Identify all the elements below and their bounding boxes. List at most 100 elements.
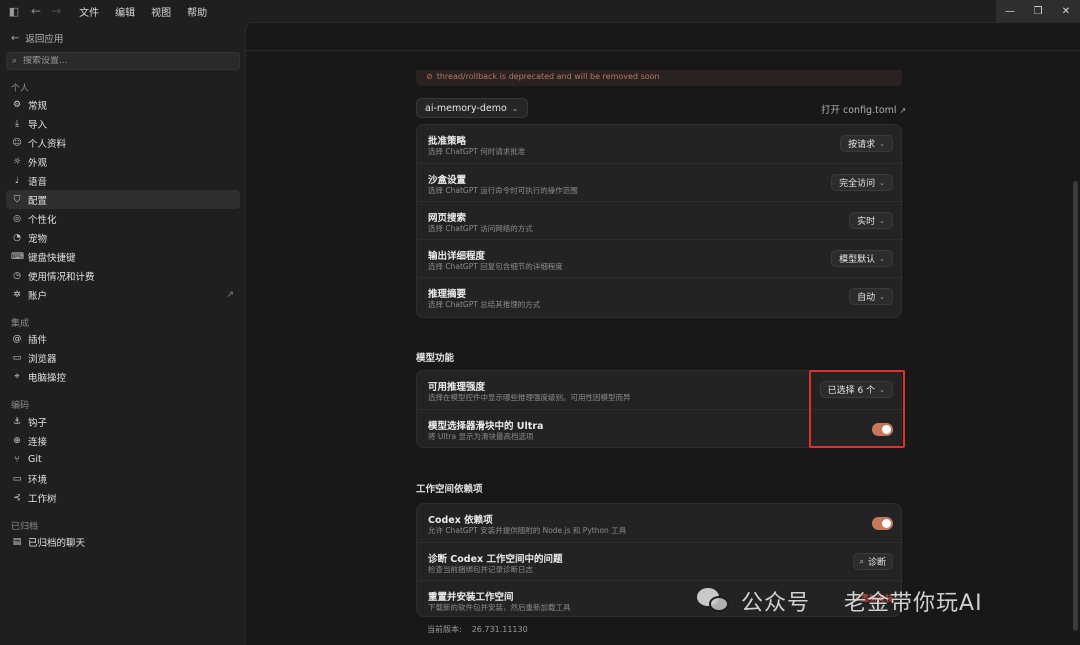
diagnose-button[interactable]: ⌕ 诊断 [852, 553, 893, 570]
setting-title: 沙盒设置 [428, 175, 467, 186]
sidebar-item-hooks[interactable]: ⚓ 钩子 [6, 412, 240, 431]
archive-icon: ▤ [12, 536, 22, 547]
keyboard-icon: ⌨ [11, 251, 24, 262]
sidebar: ← 返回应用 ⌕ 个人 ⚙ 常规 ⤓ 导入 ☺ 个人资料 ☼ 外观 ♩ 语音 ⛉ 配置 ◎ 个… [0, 22, 245, 645]
sidebar-toggle-icon[interactable]: ◧ [7, 4, 21, 18]
sidebar-item-label: 使用情况和计费 [28, 271, 95, 283]
section-integrations: 集成 [11, 319, 30, 329]
sandbox-dropdown[interactable]: 完全访问 ⌄ [831, 174, 893, 191]
scrollbar[interactable] [1073, 181, 1078, 631]
dropdown-value: 实时 [857, 217, 876, 227]
gauge-icon: ◷ [13, 270, 21, 281]
sidebar-item-usage-billing[interactable]: ◷ 使用情况和计费 [6, 266, 240, 285]
tree-icon: ⊰ [13, 492, 21, 503]
approval-dropdown[interactable]: 按请求 ⌄ [840, 135, 893, 152]
setting-title: 网页搜索 [428, 213, 467, 224]
sidebar-item-label: 导入 [28, 119, 48, 131]
sidebar-item-label: 个人资料 [28, 138, 67, 150]
back-to-app-link[interactable]: ← 返回应用 [11, 31, 63, 46]
setting-desc: 下载新的软件包并安装，然后重新加载工具 [428, 603, 571, 612]
minimize-icon[interactable]: — [996, 0, 1024, 22]
version-info: 当前版本: 26.731.11130 [427, 624, 528, 635]
menu-edit[interactable]: 编辑 [115, 4, 135, 19]
setting-desc: 将 Ultra 显示为滑块最高档选项 [428, 432, 534, 441]
sidebar-item-worktree[interactable]: ⊰ 工作树 [6, 488, 240, 507]
external-link-icon: ↗ [226, 289, 234, 300]
open-config-link[interactable]: 打开 config.toml ↗ [821, 102, 906, 116]
setting-title: 模型选择器滑块中的 Ultra [428, 421, 544, 432]
setting-desc: 选择在模型控件中显示哪些推理强度级别。可用性因模型而异 [428, 393, 631, 402]
sidebar-item-browser[interactable]: ▭ 浏览器 [6, 348, 240, 367]
sidebar-item-label: Git [28, 454, 42, 465]
back-arrow-icon[interactable]: ← [31, 4, 41, 18]
hook-icon: ⚓ [12, 416, 22, 427]
setting-row-approval: 批准策略 选择 ChatGPT 何时请求批准 按请求 ⌄ [417, 125, 903, 163]
section-archived: 已归档 [11, 522, 39, 532]
search-icon: ⌕ [12, 56, 18, 66]
sidebar-item-personalization[interactable]: ◎ 个性化 [6, 209, 240, 228]
plugin-icon: @ [12, 333, 22, 344]
sidebar-item-account[interactable]: ✲ 账户 ↗ [6, 285, 240, 304]
sidebar-item-label: 键盘快捷键 [28, 252, 76, 264]
sidebar-item-plugins[interactable]: @ 插件 [6, 329, 240, 348]
search-input[interactable] [23, 56, 224, 66]
sidebar-item-import[interactable]: ⤓ 导入 [6, 114, 240, 133]
sidebar-item-voice[interactable]: ♩ 语音 [6, 171, 240, 190]
reasoning-summary-dropdown[interactable]: 自动 ⌄ [849, 288, 893, 305]
sidebar-item-pet[interactable]: ◔ 宠物 [6, 228, 240, 247]
watermark-left: 公众号 [741, 591, 811, 616]
sidebar-item-general[interactable]: ⚙ 常规 [6, 95, 240, 114]
sidebar-item-label: 常规 [28, 100, 48, 112]
section-personal: 个人 [11, 84, 30, 94]
cursor-icon: ⌖ [14, 371, 20, 382]
sidebar-item-profile[interactable]: ☺ 个人资料 [6, 133, 240, 152]
sidebar-item-label: 环境 [28, 474, 48, 486]
sidebar-item-config[interactable]: ⛉ 配置 [6, 190, 240, 209]
sidebar-item-label: 钩子 [28, 417, 48, 429]
setting-row-codex-deps: Codex 依赖项 允许 ChatGPT 安装并提供随附的 Node.js 和 … [417, 504, 903, 542]
verbosity-dropdown[interactable]: 模型默认 ⌄ [831, 250, 893, 267]
git-icon: ⑂ [14, 454, 20, 465]
setting-title: 可用推理强度 [428, 382, 486, 393]
dropdown-value: 完全访问 [839, 179, 876, 189]
settings-card: 批准策略 选择 ChatGPT 何时请求批准 按请求 ⌄ 沙盒设置 选择 Chat… [416, 124, 903, 318]
sidebar-item-label: 外观 [28, 157, 48, 169]
sidebar-item-connections[interactable]: ⊕ 连接 [6, 431, 240, 450]
sidebar-item-computer-control[interactable]: ⌖ 电脑操控 [6, 367, 240, 386]
forward-arrow-icon[interactable]: → [51, 4, 61, 18]
search-box[interactable]: ⌕ [6, 52, 240, 70]
sidebar-item-label: 浏览器 [28, 353, 57, 365]
toggle-knob [882, 519, 891, 528]
setting-row-verbosity: 输出详细程度 选择 ChatGPT 回复包含细节的详细程度 模型默认 ⌄ [417, 239, 903, 277]
sidebar-item-git[interactable]: ⑂ Git [6, 450, 240, 469]
sidebar-item-label: 插件 [28, 334, 48, 346]
sidebar-item-appearance[interactable]: ☼ 外观 [6, 152, 240, 171]
restore-icon[interactable]: ❐ [1024, 0, 1052, 22]
sidebar-item-environment[interactable]: ▭ 环境 [6, 469, 240, 488]
sidebar-item-label: 账户 [28, 290, 48, 302]
web-search-dropdown[interactable]: 实时 ⌄ [849, 212, 893, 229]
highlight-annotation [809, 370, 905, 448]
chevron-down-icon: ⌄ [879, 139, 885, 148]
setting-title: 输出详细程度 [428, 251, 486, 262]
deprecation-warning: ⊘ thread/rollback is deprecated and will … [416, 70, 902, 86]
codex-deps-toggle[interactable] [872, 517, 893, 530]
menu-file[interactable]: 文件 [79, 4, 99, 19]
sidebar-item-archived-chats[interactable]: ▤ 已归档的聊天 [6, 532, 240, 551]
close-icon[interactable]: ✕ [1052, 0, 1080, 22]
menu-help[interactable]: 帮助 [187, 4, 207, 19]
sidebar-item-label: 连接 [28, 436, 48, 448]
wechat-logo-icon [697, 586, 731, 616]
sidebar-item-keyboard-shortcuts[interactable]: ⌨ 键盘快捷键 [6, 247, 240, 266]
sidebar-item-label: 工作树 [28, 493, 57, 505]
chevron-down-icon: ⌄ [511, 103, 519, 113]
import-icon: ⤓ [15, 118, 19, 129]
setting-title: Codex 依赖项 [428, 515, 493, 526]
watermark-right: 老金带你玩AI [844, 591, 983, 616]
menu-view[interactable]: 视图 [151, 4, 171, 19]
external-link-icon: ↗ [899, 106, 907, 115]
sidebar-item-label: 语音 [28, 176, 48, 188]
project-selector[interactable]: ai-memory-demo ⌄ [416, 98, 528, 118]
gear-icon: ⚙ [12, 99, 22, 110]
title-bar: ◧ ← → 文件 编辑 视图 帮助 — ❐ ✕ [0, 0, 1080, 22]
